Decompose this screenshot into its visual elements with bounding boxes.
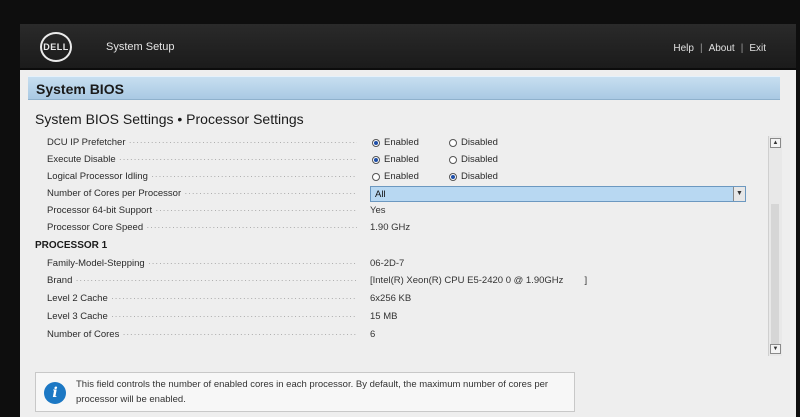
setting-label: Number of Cores (47, 329, 357, 340)
help-text: This field controls the number of enable… (76, 379, 549, 405)
setting-value: 06-2D-7 (370, 258, 405, 269)
setting-row-cores-per-processor: Number of Cores per Processor All ▼ (20, 186, 760, 203)
radio-unselected-icon (449, 155, 457, 164)
app-title: System Setup (106, 41, 175, 53)
processor-1-heading: PROCESSOR 1 (35, 240, 108, 251)
dcu-ip-prefetcher-disabled-radio[interactable]: Disabled (449, 137, 498, 148)
setting-row-execute-disable: Execute Disable Enabled Disabled (20, 152, 760, 169)
help-box: i This field controls the number of enab… (35, 372, 575, 412)
info-icon: i (44, 382, 66, 404)
link-separator: | (740, 43, 744, 54)
radio-selected-icon (372, 155, 380, 164)
setting-row-family-model-stepping: Family-Model-Stepping 06-2D-7 (20, 256, 760, 273)
setting-label: Logical Processor Idling (47, 171, 357, 182)
setting-row-l2-cache: Level 2 Cache 6x256 KB (20, 291, 760, 308)
setting-label: Processor 64-bit Support (47, 205, 357, 216)
setting-value: 1.90 GHz (370, 222, 411, 233)
bios-screen: DELL System Setup Help | About | Exit Sy… (20, 24, 796, 417)
exit-link[interactable]: Exit (749, 43, 766, 54)
radio-unselected-icon (449, 138, 457, 147)
about-link[interactable]: About (709, 43, 735, 54)
scroll-down-icon[interactable]: ▼ (770, 344, 781, 354)
execute-disable-disabled-radio[interactable]: Disabled (449, 154, 498, 165)
setting-label: Brand (47, 275, 357, 286)
cores-per-processor-select[interactable]: All ▼ (370, 186, 746, 202)
top-links: Help | About | Exit (673, 43, 766, 54)
section-title: System BIOS (36, 81, 124, 97)
scroll-thumb[interactable] (771, 204, 779, 344)
radio-unselected-icon (372, 172, 380, 181)
execute-disable-enabled-radio[interactable]: Enabled (372, 154, 419, 165)
section-header: System BIOS (28, 76, 780, 100)
setting-row-brand: Brand [Intel(R) Xeon(R) CPU E5-2420 0 @ … (20, 273, 760, 290)
setting-label: Level 2 Cache (47, 293, 357, 304)
setting-label: Execute Disable (47, 154, 357, 165)
page-title: System BIOS Settings • Processor Setting… (35, 111, 304, 127)
setting-row-processor-64bit: Processor 64-bit Support Yes (20, 203, 760, 220)
logical-idling-disabled-radio[interactable]: Disabled (449, 171, 498, 182)
settings-list: DCU IP Prefetcher Enabled Disabled Execu… (20, 132, 780, 362)
radio-selected-icon (372, 138, 380, 147)
logical-idling-enabled-radio[interactable]: Enabled (372, 171, 419, 182)
setting-row-dcu-ip-prefetcher: DCU IP Prefetcher Enabled Disabled (20, 135, 760, 152)
top-bar: DELL System Setup Help | About | Exit (20, 24, 796, 70)
setting-label: Processor Core Speed (47, 222, 357, 233)
setting-row-number-of-cores: Number of Cores 6 (20, 327, 760, 344)
setting-row-logical-processor-idling: Logical Processor Idling Enabled Disable… (20, 169, 760, 186)
setting-row-l3-cache: Level 3 Cache 15 MB (20, 309, 760, 326)
radio-selected-icon (449, 172, 457, 181)
setting-value: 6 (370, 329, 376, 340)
dell-logo: DELL (40, 32, 72, 62)
setting-value: 15 MB (370, 311, 398, 322)
vertical-scrollbar[interactable]: ▲ ▼ (768, 136, 782, 356)
setting-value: [Intel(R) Xeon(R) CPU E5-2420 0 @ 1.90GH… (370, 275, 588, 286)
dcu-ip-prefetcher-enabled-radio[interactable]: Enabled (372, 137, 419, 148)
setting-label: Level 3 Cache (47, 311, 357, 322)
setting-label: Family-Model-Stepping (47, 258, 357, 269)
setting-row-processor-core-speed: Processor Core Speed 1.90 GHz (20, 220, 760, 237)
link-separator: | (699, 43, 703, 54)
setting-label: Number of Cores per Processor (47, 188, 357, 199)
select-value: All (375, 189, 386, 200)
setting-label: DCU IP Prefetcher (47, 137, 357, 148)
scroll-up-icon[interactable]: ▲ (770, 138, 781, 148)
chevron-down-icon[interactable]: ▼ (733, 187, 745, 201)
setting-value: Yes (370, 205, 386, 216)
setting-value: 6x256 KB (370, 293, 412, 304)
help-link[interactable]: Help (673, 43, 694, 54)
